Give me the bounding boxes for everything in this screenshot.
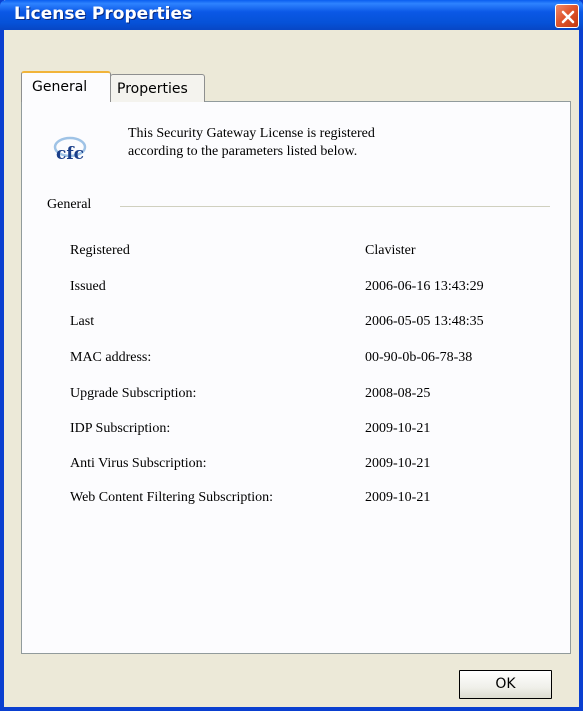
title-bar[interactable]: License Properties — [0, 0, 583, 30]
prop-value-mac-address: 00-90-0b-06-78-38 — [365, 350, 473, 365]
prop-value-web-content-filtering-subscription: 2009-10-21 — [365, 490, 431, 505]
prop-value-idp-subscription: 2009-10-21 — [365, 421, 431, 436]
close-button[interactable] — [555, 4, 579, 28]
intro-line-2: according to the parameters listed below… — [128, 144, 358, 159]
prop-label-last: Last — [70, 314, 95, 329]
intro-line-1: This Security Gateway License is registe… — [128, 126, 375, 141]
group-label-general: General — [47, 197, 100, 213]
prop-label-registered: Registered — [70, 243, 130, 258]
prop-label-mac-address: MAC address: — [70, 350, 152, 365]
tab-properties[interactable]: Properties — [110, 74, 205, 102]
prop-label-anti-virus-subscription: Anti Virus Subscription: — [70, 456, 207, 471]
prop-label-web-content-filtering-subscription: Web Content Filtering Subscription: — [70, 490, 274, 505]
prop-value-last: 2006-05-05 13:48:35 — [365, 314, 484, 329]
ok-button[interactable]: OK — [459, 670, 552, 699]
prop-value-anti-virus-subscription: 2009-10-21 — [365, 456, 431, 471]
prop-value-issued: 2006-06-16 13:43:29 — [365, 279, 484, 294]
prop-value-upgrade-subscription: 2008-08-25 — [365, 386, 431, 401]
intro-text: This Security Gateway License is registe… — [128, 125, 548, 161]
cfc-logo: cfc — [53, 136, 87, 164]
window-title: License Properties — [14, 4, 193, 24]
svg-text:cfc: cfc — [56, 144, 84, 164]
tab-general-label: General — [32, 79, 88, 95]
group-divider — [120, 206, 550, 207]
prop-label-upgrade-subscription: Upgrade Subscription: — [70, 386, 197, 401]
tab-general[interactable]: General — [21, 71, 111, 102]
prop-value-registered: Clavister — [365, 243, 416, 258]
general-tab-panel — [21, 101, 571, 654]
prop-label-issued: Issued — [70, 279, 106, 294]
close-icon — [561, 10, 575, 24]
prop-label-idp-subscription: IDP Subscription: — [70, 421, 171, 436]
tab-properties-label: Properties — [117, 81, 188, 97]
